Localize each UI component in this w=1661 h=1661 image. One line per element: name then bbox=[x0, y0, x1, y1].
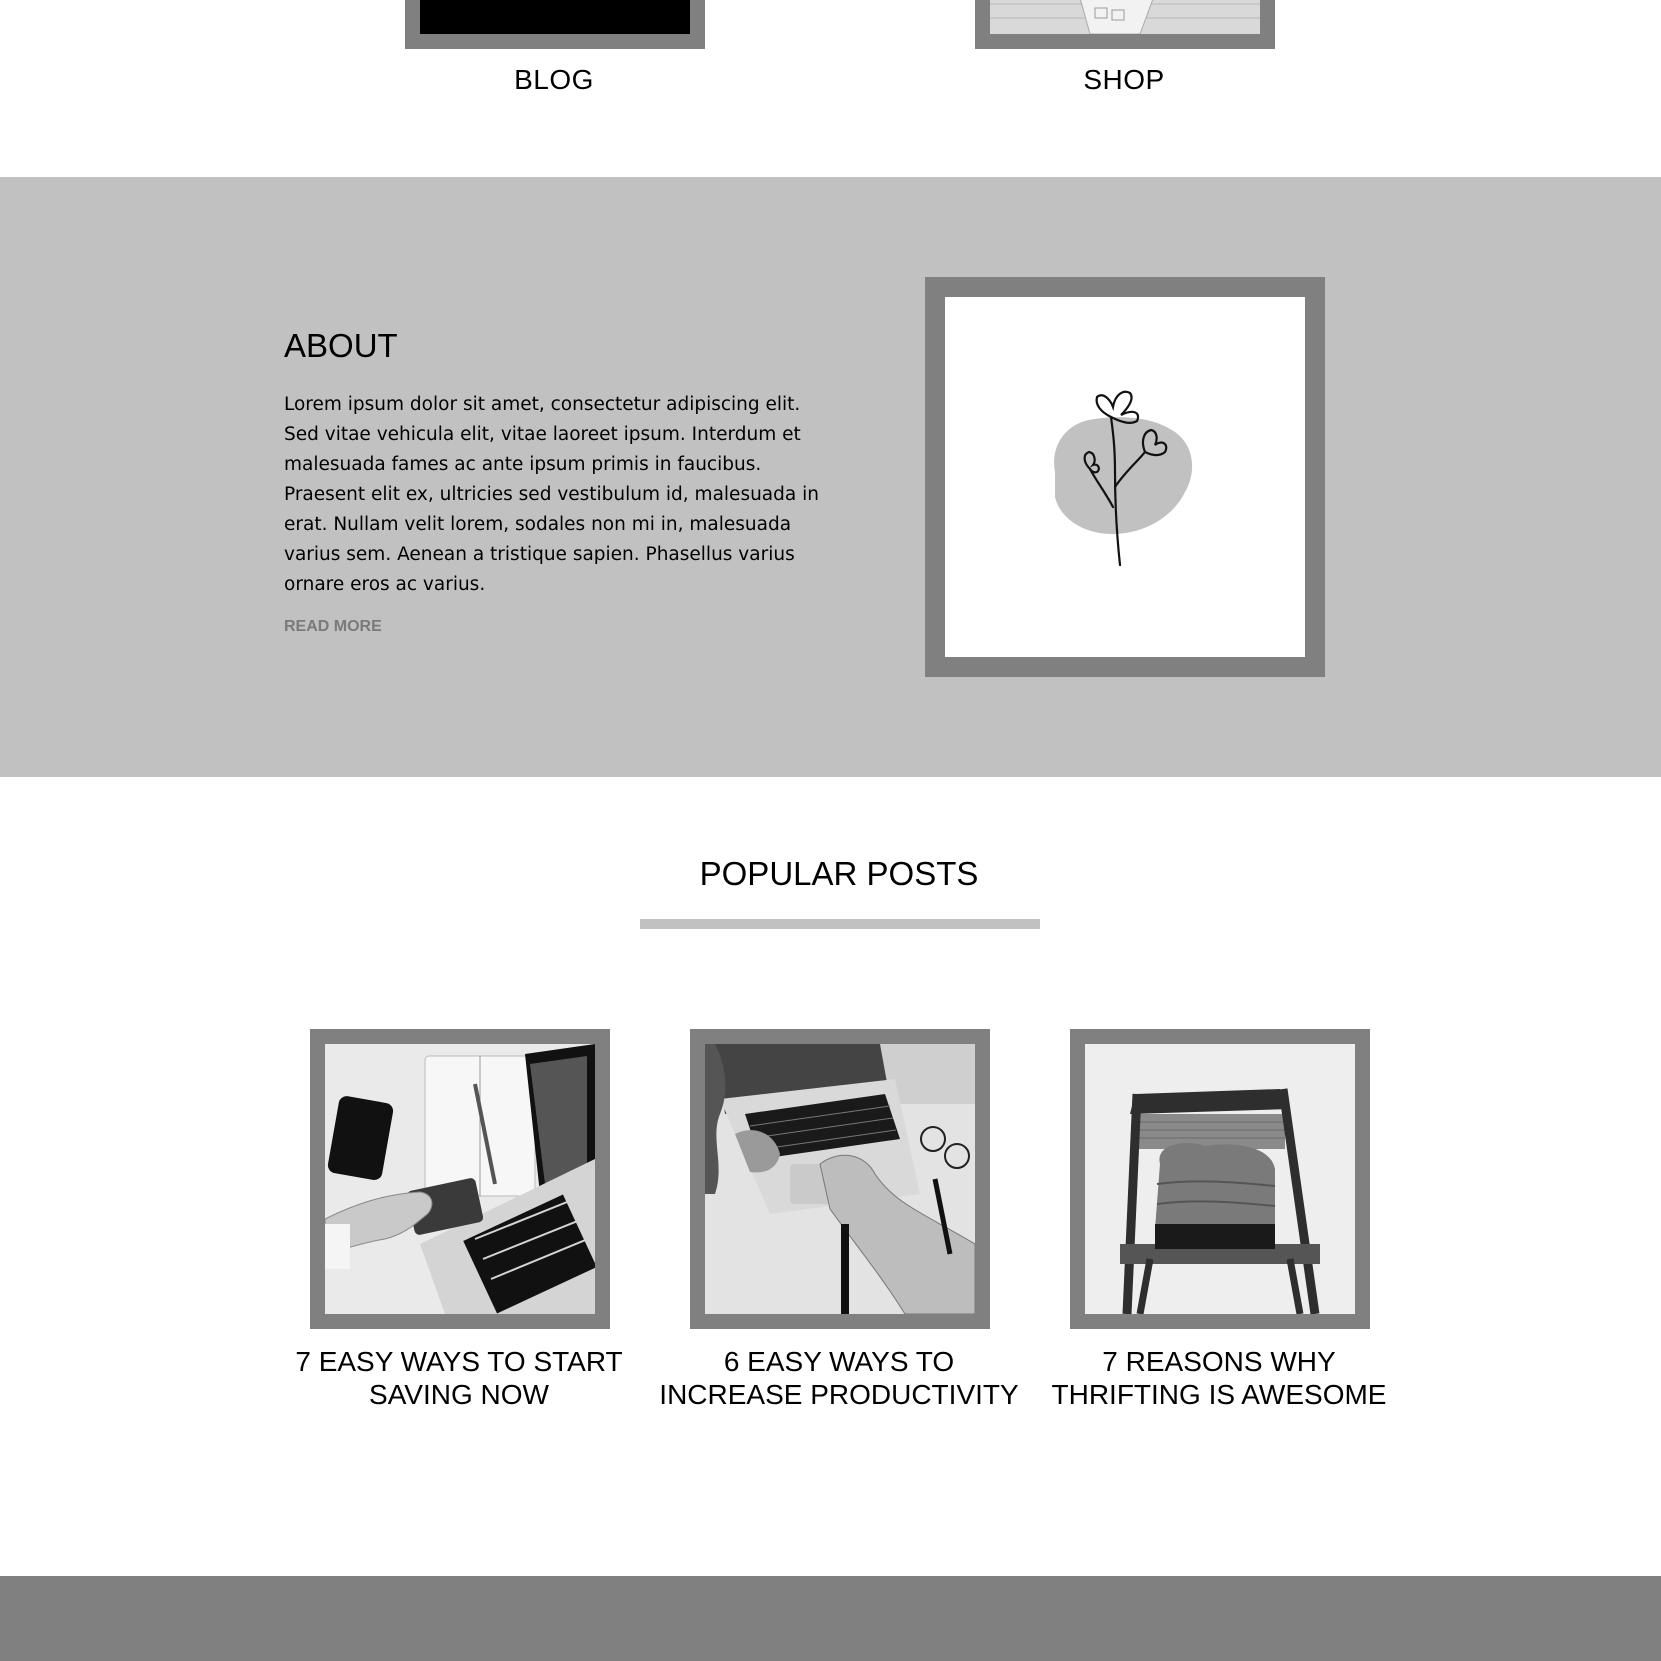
about-title: ABOUT bbox=[284, 327, 398, 364]
category-label-blog[interactable]: BLOG bbox=[404, 64, 704, 96]
read-more-link[interactable]: READ MORE bbox=[284, 618, 382, 636]
post-title-1[interactable]: 7 EASY WAYS TO START SAVING NOW bbox=[279, 1345, 639, 1411]
chair-clothes-photo-icon bbox=[1085, 1044, 1355, 1314]
shop-tile[interactable] bbox=[975, 0, 1275, 49]
laptop-card-phone-photo-icon bbox=[325, 1044, 595, 1314]
post-card-2-image-frame[interactable] bbox=[690, 1029, 990, 1329]
post-title-3[interactable]: 7 REASONS WHY THRIFTING IS AWESOME bbox=[1039, 1345, 1399, 1411]
post-card-1-image-frame[interactable] bbox=[310, 1029, 610, 1329]
footer bbox=[0, 1576, 1661, 1661]
flower-illustration-icon bbox=[945, 297, 1305, 657]
blog-image bbox=[420, 0, 690, 34]
popular-posts-divider bbox=[640, 919, 1040, 929]
post-card-3-image-frame[interactable] bbox=[1070, 1029, 1370, 1329]
category-label-shop[interactable]: SHOP bbox=[974, 64, 1274, 96]
post-title-2[interactable]: 6 EASY WAYS TO INCREASE PRODUCTIVITY bbox=[659, 1345, 1019, 1411]
about-section: ABOUT Lorem ipsum dolor sit amet, consec… bbox=[0, 177, 1661, 777]
blog-tile[interactable] bbox=[405, 0, 705, 49]
laptop-typing-photo-icon bbox=[705, 1044, 975, 1314]
popular-posts-title: POPULAR POSTS bbox=[699, 855, 979, 892]
about-text: Lorem ipsum dolor sit amet, consectetur … bbox=[284, 394, 819, 595]
shop-image bbox=[990, 0, 1260, 34]
about-image-frame bbox=[925, 277, 1325, 677]
